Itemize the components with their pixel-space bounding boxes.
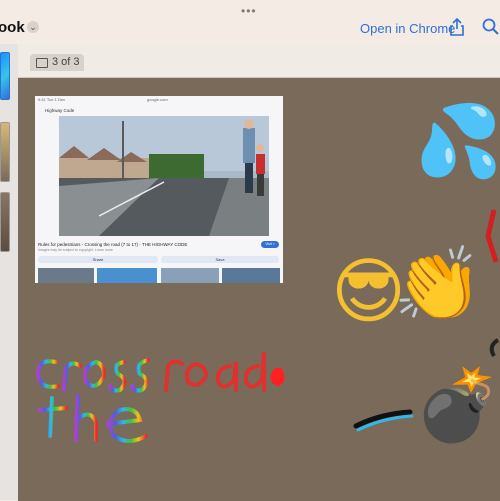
sweat-droplets-icon[interactable]: 💦 bbox=[415, 106, 500, 176]
clapping-hands-icon[interactable]: 👏 bbox=[393, 248, 483, 320]
bomb-icon[interactable]: 💣 bbox=[414, 370, 500, 440]
handwritten-word-the bbox=[38, 394, 148, 443]
handwritten-word-cross bbox=[35, 358, 150, 393]
fuse-scribble bbox=[353, 409, 414, 432]
handwritten-word-road bbox=[164, 351, 285, 392]
red-scribble-edge bbox=[485, 209, 499, 263]
dark-scribble-edge bbox=[489, 338, 500, 358]
